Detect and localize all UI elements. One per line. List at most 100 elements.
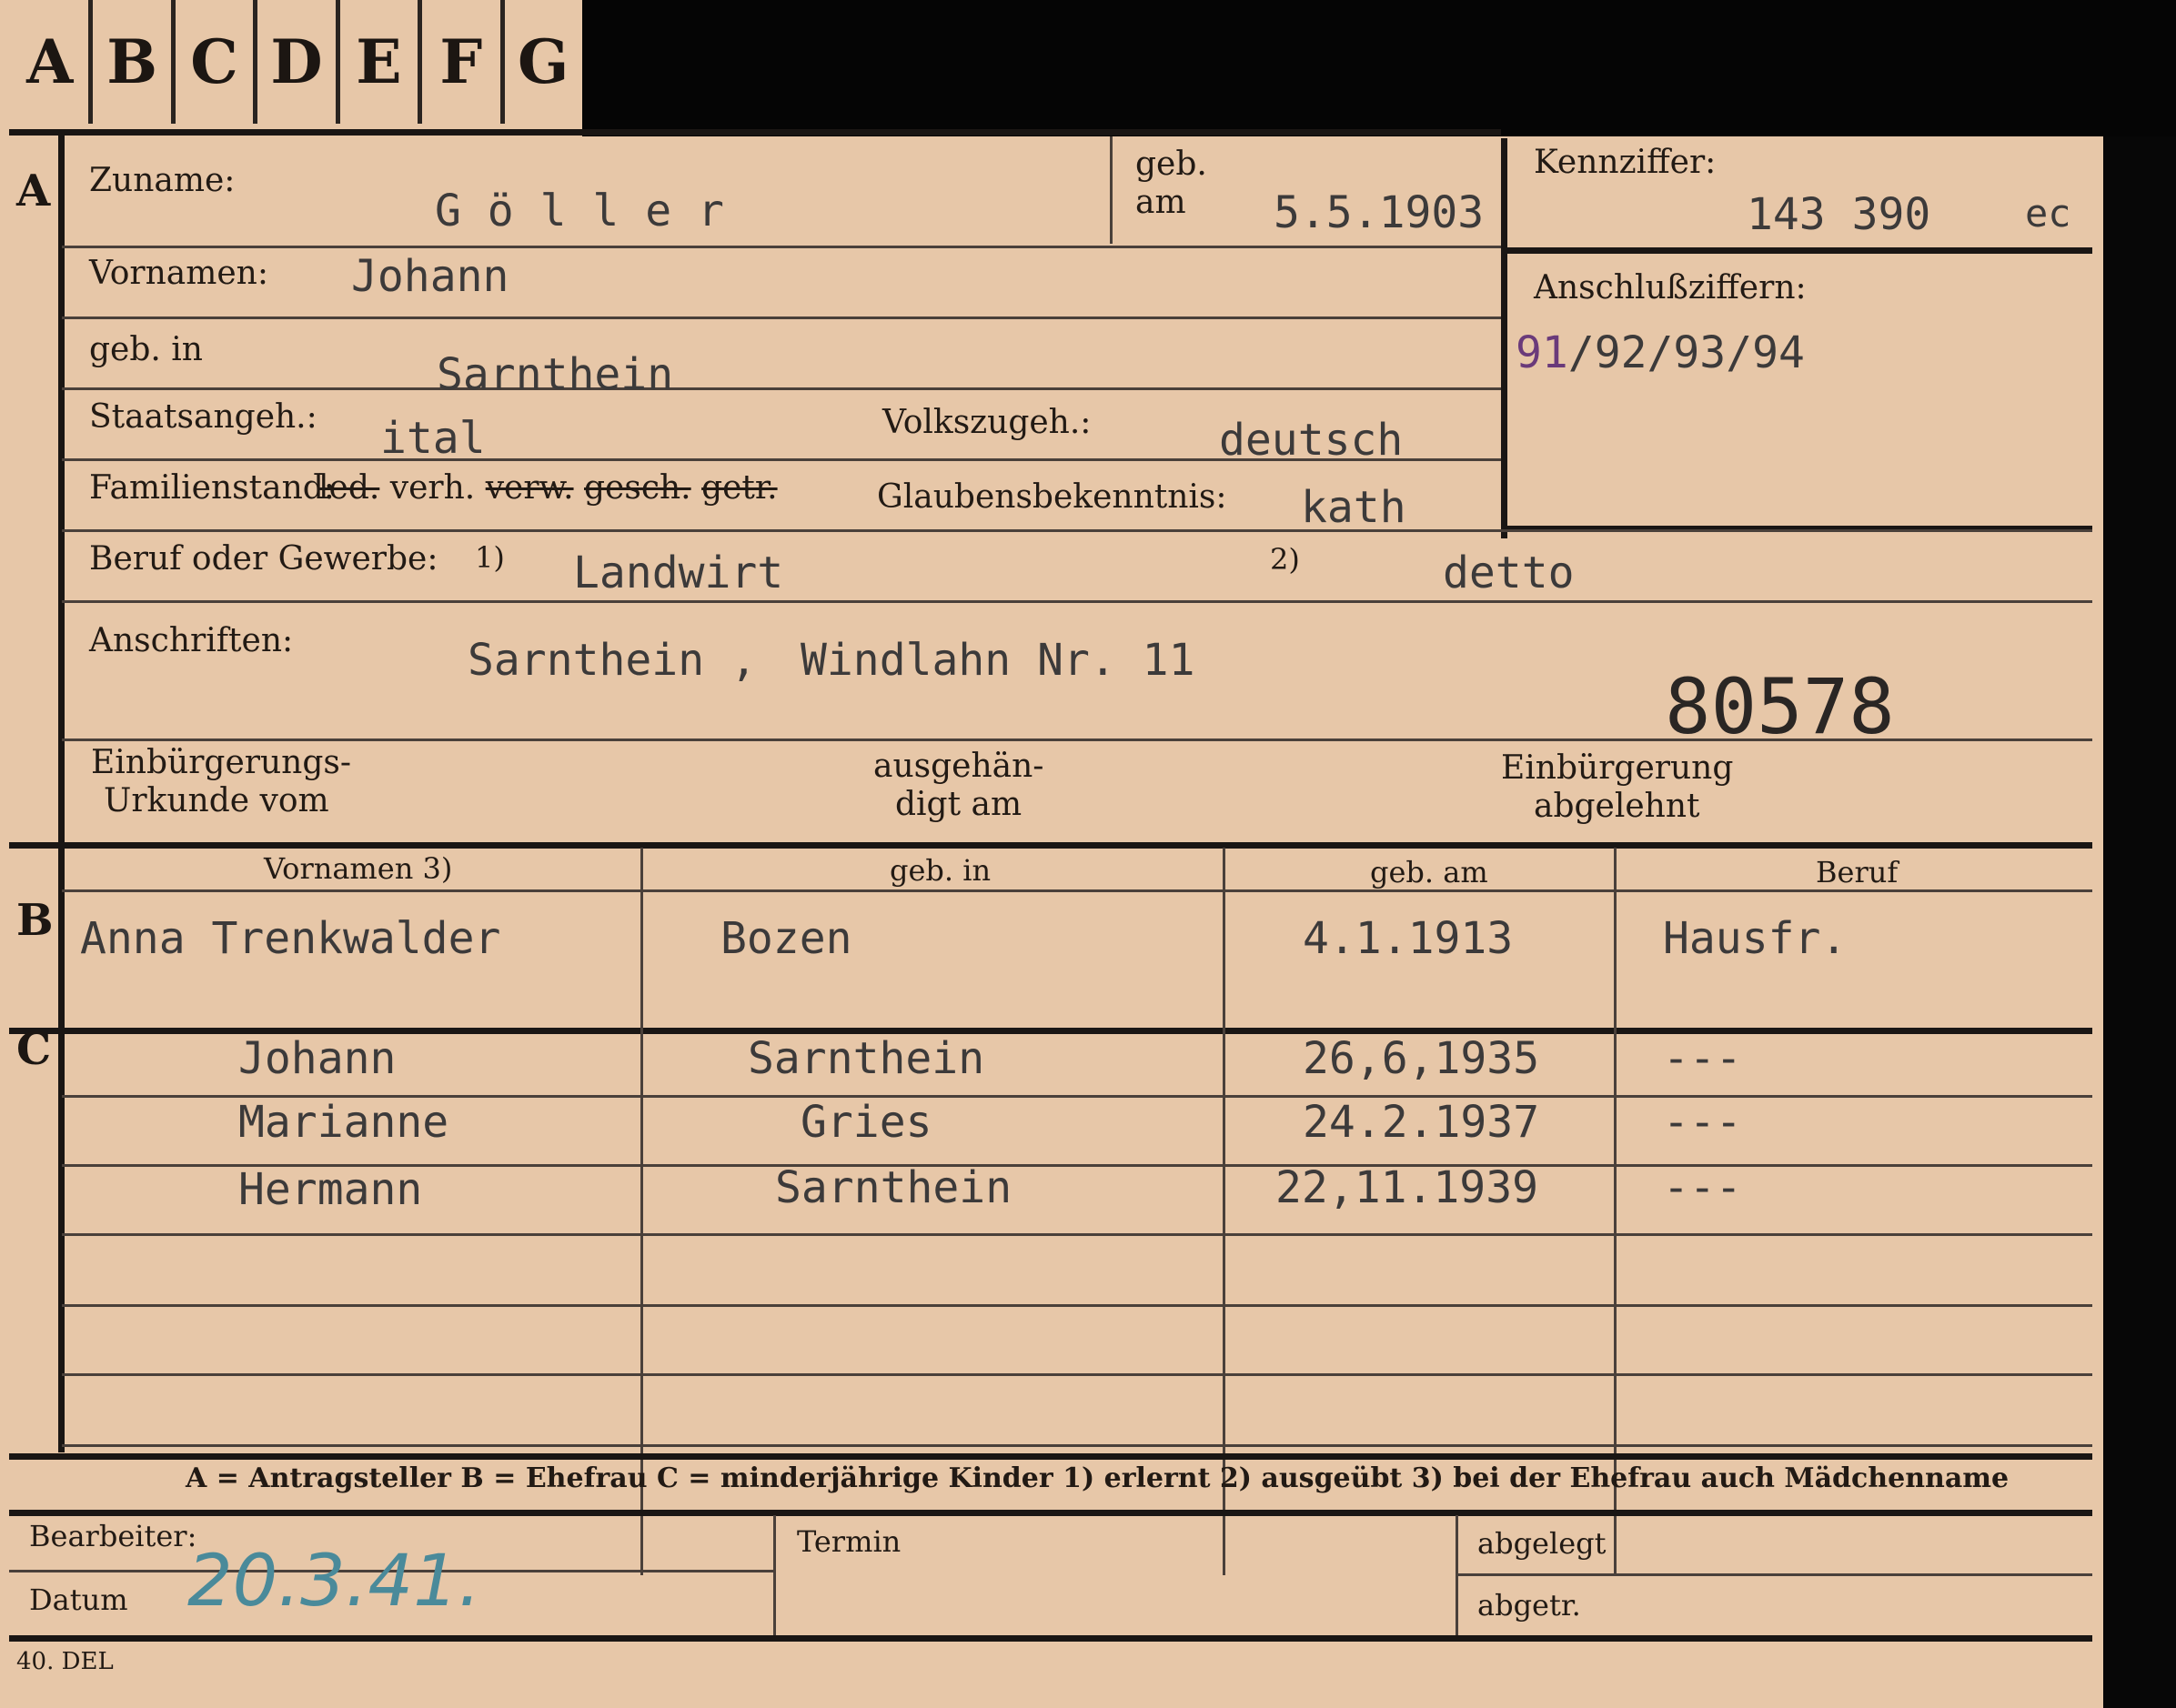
row-line	[62, 316, 1501, 319]
child-3-name: Hermann	[238, 1164, 423, 1215]
footer-row-line	[1456, 1573, 2092, 1576]
scan-background-right	[2103, 136, 2176, 1708]
spouse-name: Anna Trenkwalder	[80, 913, 501, 964]
card-top-border	[9, 129, 1501, 136]
citizenship-value: ital	[380, 413, 486, 464]
footer-column-line	[773, 1515, 776, 1637]
footer-top-border	[9, 1510, 2092, 1516]
handed-over-label: ausgehän-	[873, 748, 1044, 785]
anschluss-label: Anschlußziffern:	[1534, 269, 1807, 306]
spouse-birthplace: Bozen	[720, 913, 852, 964]
tab-b[interactable]: B	[93, 0, 176, 124]
anschluss-crossed-value: 91	[1516, 327, 1568, 378]
registration-card: A B C Zuname: G ö l l e r geb. am 5.5.19…	[9, 129, 2092, 1657]
marital-option-separated: getr.	[701, 469, 778, 507]
column-header-born-on: geb. am	[1370, 855, 1488, 889]
row-line	[62, 529, 2092, 532]
child-1-birthplace: Sarnthein	[748, 1033, 985, 1084]
kennziffer-label: Kennziffer:	[1534, 144, 1717, 181]
form-code: 40. DEL	[16, 1648, 114, 1675]
register-tabs: A B C D E F G	[11, 0, 582, 124]
row-line	[62, 246, 1501, 248]
religion-value: kath	[1301, 482, 1406, 533]
tab-e[interactable]: E	[340, 0, 423, 124]
footer-column-line	[1456, 1515, 1458, 1637]
child-row-line	[62, 1373, 2092, 1376]
child-3-born-on: 22,11.1939	[1275, 1162, 1538, 1213]
surname-label: Zuname:	[89, 162, 236, 199]
address-place: Sarnthein ,	[468, 635, 757, 686]
section-marker-c: C	[16, 1024, 52, 1075]
ethnicity-label: Volkszugeh.:	[882, 404, 1092, 441]
child-1-occupation: ---	[1663, 1033, 1742, 1084]
section-column-divider	[58, 129, 65, 1452]
marital-option-single: led.	[318, 469, 380, 507]
marital-options: led. verh. verw. gesch. getr.	[318, 469, 778, 507]
child-2-occupation: ---	[1663, 1097, 1742, 1148]
address-street: Windlahn Nr. 11	[801, 635, 1195, 686]
occupation-learned-value: Landwirt	[573, 548, 784, 598]
deadline-label: Termin	[797, 1524, 902, 1559]
anschluss-remaining-values: /92/93/94	[1567, 327, 1805, 378]
occupation-label: Beruf oder Gewerbe:	[89, 540, 438, 578]
handed-over-label-2: digt am	[895, 786, 1023, 823]
column-header-occupation: Beruf	[1816, 855, 1899, 889]
reference-box-divider	[1506, 247, 2092, 254]
anschluss-values: 91/92/93/94	[1516, 327, 1805, 378]
occupation-marker-learned: 1)	[475, 540, 505, 575]
religion-label: Glaubensbekenntnis:	[877, 478, 1227, 516]
marital-option-divorced: gesch.	[584, 469, 691, 507]
given-names-label: Vornamen:	[89, 255, 268, 292]
section-marker-b: B	[16, 895, 54, 946]
child-3-occupation: ---	[1663, 1162, 1742, 1213]
legend-top-border	[9, 1453, 2092, 1460]
birthplace-label: geb. in	[89, 331, 203, 368]
reference-box-left-border	[1501, 138, 1507, 538]
tab-f[interactable]: F	[422, 0, 505, 124]
spouse-occupation: Hausfr.	[1663, 913, 1848, 964]
born-on-label-2: am	[1135, 184, 1186, 221]
surname-value: G ö l l e r	[435, 186, 724, 236]
child-1-born-on: 26,6,1935	[1303, 1033, 1540, 1084]
stamped-number: 80578	[1665, 662, 1895, 751]
address-label: Anschriften:	[89, 622, 294, 659]
child-2-birthplace: Gries	[801, 1097, 932, 1148]
kennziffer-value: 143 390	[1747, 189, 1931, 240]
row-line	[62, 600, 2092, 603]
given-names-value: Johann	[351, 251, 509, 302]
tab-g[interactable]: G	[505, 0, 582, 124]
birthplace-value: Sarnthein	[437, 349, 674, 400]
filed-label: abgelegt	[1477, 1526, 1607, 1561]
marital-option-married: verh.	[389, 469, 476, 507]
spouse-born-on: 4.1.1913	[1303, 913, 1514, 964]
child-2-name: Marianne	[238, 1097, 449, 1148]
naturalization-label: Einbürgerungs-	[91, 744, 352, 781]
naturalization-rejected-label-2: abgelehnt	[1534, 788, 1700, 825]
born-on-label: geb.	[1135, 146, 1207, 183]
section-b-border	[9, 842, 2092, 849]
born-on-value: 5.5.1903	[1274, 187, 1485, 238]
date-label: Datum	[29, 1582, 128, 1617]
kennziffer-suffix: ec	[2025, 191, 2071, 236]
column-header-given-names: Vornamen 3)	[264, 851, 453, 886]
row-line	[62, 387, 1501, 390]
occupation-practiced-value: detto	[1443, 548, 1575, 598]
table-header-line	[62, 889, 2092, 892]
column-header-birthplace: geb. in	[890, 853, 992, 888]
child-row-line	[62, 1304, 2092, 1307]
born-on-divider	[1110, 136, 1113, 244]
ethnicity-value: deutsch	[1219, 415, 1404, 466]
tab-a[interactable]: A	[11, 0, 94, 124]
legend-text: A = Antragsteller B = Ehefrau C = minder…	[186, 1462, 2010, 1494]
naturalization-rejected-label: Einbürgerung	[1501, 749, 1734, 787]
clerk-label: Bearbeiter:	[29, 1519, 197, 1553]
citizenship-label: Staatsangeh.:	[89, 398, 317, 436]
child-row-line	[62, 1444, 2092, 1447]
child-3-birthplace: Sarnthein	[775, 1162, 1012, 1213]
tab-d[interactable]: D	[257, 0, 340, 124]
naturalization-label-2: Urkunde vom	[104, 782, 329, 819]
tab-c[interactable]: C	[176, 0, 258, 124]
occupation-marker-practiced: 2)	[1270, 542, 1300, 577]
child-1-name: Johann	[238, 1033, 397, 1084]
child-row-line	[62, 1233, 2092, 1236]
